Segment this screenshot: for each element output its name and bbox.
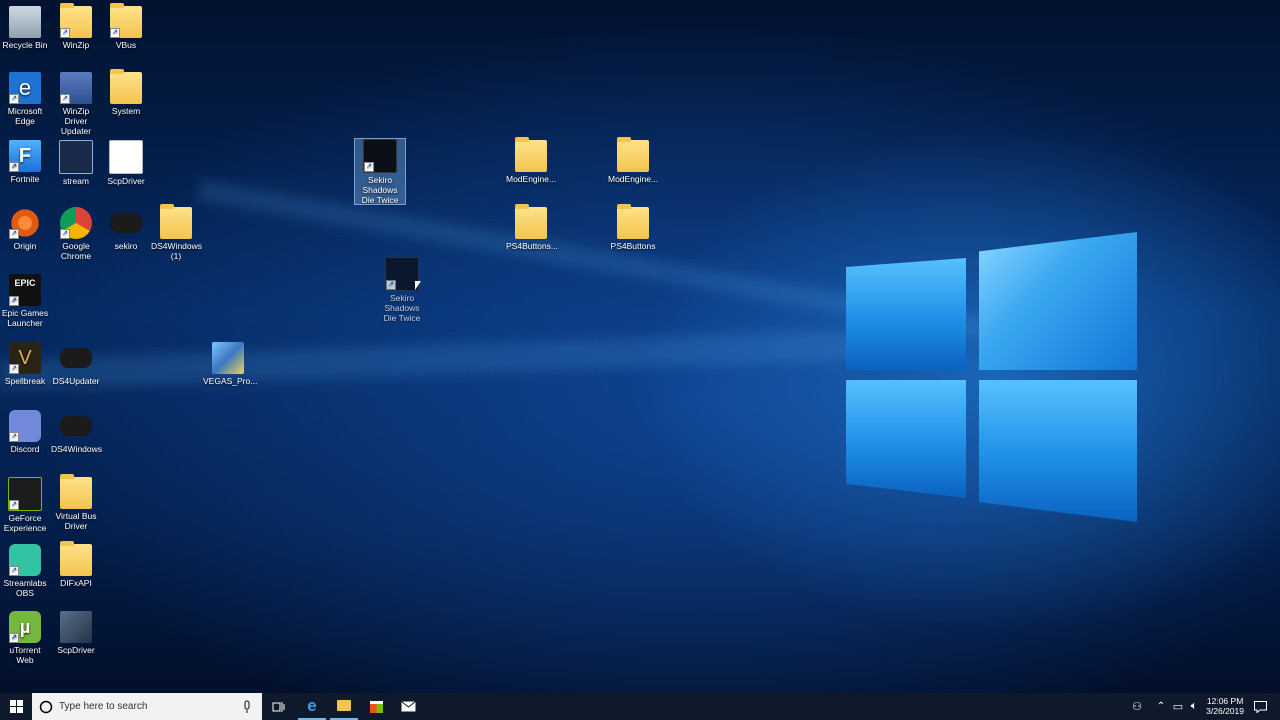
desktop-icon-geforce-experience[interactable]: ↗ GeForce Experience bbox=[0, 477, 50, 533]
desktop-icon-streamlabs-obs[interactable]: ↗ Streamlabs OBS bbox=[0, 544, 50, 598]
zip-folder-icon bbox=[160, 204, 192, 239]
winzip-driver-updater-icon: ↗ bbox=[60, 72, 92, 104]
desktop-icon-scpdriver-app[interactable]: ScpDriver bbox=[51, 611, 101, 655]
desktop-icon-ps4buttons-zip[interactable]: PS4Buttons... bbox=[506, 204, 558, 251]
desktop-icon-virtual-bus-driver[interactable]: Virtual Bus Driver bbox=[51, 474, 101, 531]
task-view-button[interactable] bbox=[266, 693, 290, 720]
installer-icon bbox=[212, 342, 244, 374]
epic-games-icon: EPIC ↗ bbox=[9, 274, 41, 306]
zip-folder-icon bbox=[515, 204, 547, 239]
desktop-icon-vbus[interactable]: ↗ VBus bbox=[101, 3, 151, 50]
taskbar-store-button[interactable] bbox=[362, 693, 390, 720]
volume-icon: 🔈︎ bbox=[1190, 700, 1198, 712]
taskbar: Type here to search e ⚇ ⌃ ▭ 🔈︎ 12:06 PM … bbox=[0, 693, 1280, 720]
desktop-icon-spellbreak[interactable]: V ↗ Spellbreak bbox=[0, 342, 50, 386]
edge-icon: e ↗ bbox=[9, 72, 41, 104]
microphone-icon[interactable] bbox=[242, 699, 252, 714]
desktop-icon-ds4windows-1[interactable]: DS4Windows (1) bbox=[151, 204, 202, 261]
windows-icon bbox=[9, 700, 23, 713]
folder-icon bbox=[60, 474, 92, 509]
desktop-icon-epic-games[interactable]: EPIC ↗ Epic Games Launcher bbox=[0, 274, 50, 328]
stream-icon bbox=[59, 140, 93, 174]
spellbreak-icon: V ↗ bbox=[9, 342, 41, 374]
folder-icon bbox=[617, 204, 649, 239]
fortnite-icon: F ↗ bbox=[9, 140, 41, 172]
discord-icon: ↗ bbox=[9, 410, 41, 442]
desktop-icon-discord[interactable]: ↗ Discord bbox=[0, 410, 50, 454]
desktop-background[interactable]: Recycle Bin ↗ WinZip ↗ VBus e ↗ Microsoft… bbox=[0, 0, 1280, 693]
file-explorer-icon bbox=[337, 700, 351, 711]
recycle-bin-icon bbox=[9, 6, 41, 38]
search-placeholder: Type here to search bbox=[59, 701, 148, 712]
desktop-icon-modengine-folder[interactable]: ModEngine... bbox=[608, 137, 658, 184]
folder-icon bbox=[110, 69, 142, 104]
clock-time: 12:06 PM bbox=[1206, 696, 1244, 706]
show-hidden-icons-button[interactable]: ⌃ bbox=[1154, 693, 1168, 720]
gamepad-icon bbox=[60, 348, 92, 368]
folder-icon bbox=[617, 137, 649, 172]
desktop-icon-recycle-bin[interactable]: Recycle Bin bbox=[0, 6, 50, 50]
desktop-icon-system[interactable]: System bbox=[101, 69, 151, 116]
desktop-icon-ds4updater[interactable]: DS4Updater bbox=[51, 342, 101, 386]
chevron-up-icon: ⌃ bbox=[1156, 701, 1166, 712]
people-icon: ⚇ bbox=[1132, 701, 1142, 713]
taskbar-edge-button[interactable]: e bbox=[298, 693, 326, 720]
network-icon: ▭ bbox=[1172, 701, 1184, 713]
desktop-icon-difxapi[interactable]: DIFxAPI bbox=[51, 541, 101, 588]
task-view-icon bbox=[272, 701, 284, 712]
taskbar-mail-button[interactable] bbox=[394, 693, 422, 720]
mouse-cursor bbox=[415, 281, 421, 290]
start-button[interactable] bbox=[0, 693, 32, 720]
sekiro-icon: ↗ bbox=[363, 139, 397, 173]
sekiro-icon: ↗ bbox=[385, 257, 419, 291]
streamlabs-icon: ↗ bbox=[9, 544, 41, 576]
folder-icon bbox=[60, 541, 92, 576]
desktop-icon-vegas-pro[interactable]: VEGAS_Pro... bbox=[203, 342, 257, 386]
desktop-icon-origin[interactable]: ↗ Origin bbox=[0, 207, 50, 251]
desktop-icon-ps4buttons-folder[interactable]: PS4Buttons bbox=[608, 204, 658, 251]
desktop-icon-modengine-zip[interactable]: ModEngine... bbox=[506, 137, 556, 184]
people-button[interactable]: ⚇ bbox=[1128, 693, 1146, 720]
notification-icon bbox=[1253, 700, 1267, 713]
desktop-icon-sekiro[interactable]: sekiro bbox=[101, 207, 151, 251]
store-icon bbox=[369, 700, 383, 713]
taskbar-file-explorer-button[interactable] bbox=[330, 693, 358, 720]
gamepad-icon bbox=[60, 416, 92, 436]
scpdriver-app-icon bbox=[60, 611, 92, 643]
volume-button[interactable]: 🔈︎ bbox=[1186, 693, 1202, 720]
zip-folder-icon bbox=[515, 137, 547, 172]
desktop-icon-stream[interactable]: stream bbox=[51, 140, 101, 186]
desktop-icon-scpdriver-file[interactable]: ScpDriver bbox=[101, 140, 151, 186]
mail-icon bbox=[400, 701, 416, 712]
desktop-icon-sekiro-dragging[interactable]: ↗ Sekiro Shadows Die Twice bbox=[377, 257, 427, 323]
network-button[interactable]: ▭ bbox=[1170, 693, 1186, 720]
desktop-icon-utorrent-web[interactable]: µ ↗ uTorrent Web bbox=[0, 611, 50, 665]
winzip-icon: ↗ bbox=[60, 3, 92, 38]
geforce-icon: ↗ bbox=[8, 477, 42, 511]
edge-icon: e bbox=[307, 695, 317, 715]
desktop-icon-sekiro-selected[interactable]: ↗ Sekiro Shadows Die Twice bbox=[354, 138, 406, 205]
chrome-icon: ↗ bbox=[60, 207, 92, 239]
utorrent-icon: µ ↗ bbox=[9, 611, 41, 643]
clock-date: 3/26/2019 bbox=[1206, 706, 1244, 716]
desktop-icon-google-chrome[interactable]: ↗ Google Chrome bbox=[51, 207, 101, 261]
desktop-icon-fortnite[interactable]: F ↗ Fortnite bbox=[0, 140, 50, 184]
desktop-icon-microsoft-edge[interactable]: e ↗ Microsoft Edge bbox=[0, 72, 50, 126]
document-icon bbox=[109, 140, 143, 174]
gamepad-icon bbox=[110, 213, 142, 233]
action-center-button[interactable] bbox=[1248, 693, 1272, 720]
taskbar-search-box[interactable]: Type here to search bbox=[32, 693, 262, 720]
folder-icon: ↗ bbox=[110, 3, 142, 38]
desktop-icon-winzip-driver-updater[interactable]: ↗ WinZip Driver Updater bbox=[51, 72, 101, 136]
desktop-icon-ds4windows[interactable]: DS4Windows bbox=[51, 410, 102, 454]
desktop-icon-winzip[interactable]: ↗ WinZip bbox=[51, 3, 101, 50]
taskbar-clock[interactable]: 12:06 PM 3/26/2019 bbox=[1206, 696, 1244, 716]
search-icon bbox=[39, 700, 53, 713]
light-beam bbox=[0, 328, 900, 390]
origin-icon: ↗ bbox=[9, 207, 41, 239]
